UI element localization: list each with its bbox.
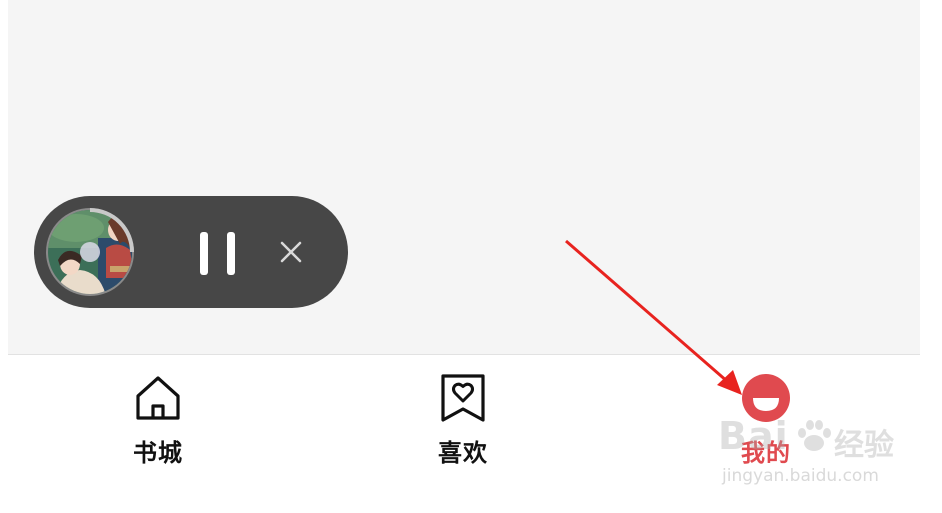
mini-audio-player[interactable] [34, 196, 348, 308]
tab-label-favorites: 喜欢 [438, 439, 488, 467]
pause-icon-bar [227, 232, 235, 275]
pause-button[interactable] [196, 228, 244, 276]
bottom-tab-bar: 书城 喜欢 我的 [8, 355, 920, 513]
tab-bookstore[interactable]: 书城 [78, 371, 238, 471]
pause-icon [200, 232, 208, 275]
album-cover-art[interactable] [46, 208, 134, 296]
close-player-button[interactable] [278, 239, 304, 265]
app-screen: 书城 喜欢 我的 [8, 0, 920, 513]
tab-profile[interactable]: 我的 [686, 371, 846, 471]
profile-face-icon [739, 371, 793, 425]
tab-label-profile: 我的 [741, 439, 791, 467]
tab-label-bookstore: 书城 [133, 439, 183, 467]
content-area [8, 0, 920, 355]
bookmark-heart-icon [436, 371, 490, 425]
close-icon [278, 239, 304, 265]
home-icon [131, 371, 185, 425]
tab-favorites[interactable]: 喜欢 [383, 371, 543, 471]
